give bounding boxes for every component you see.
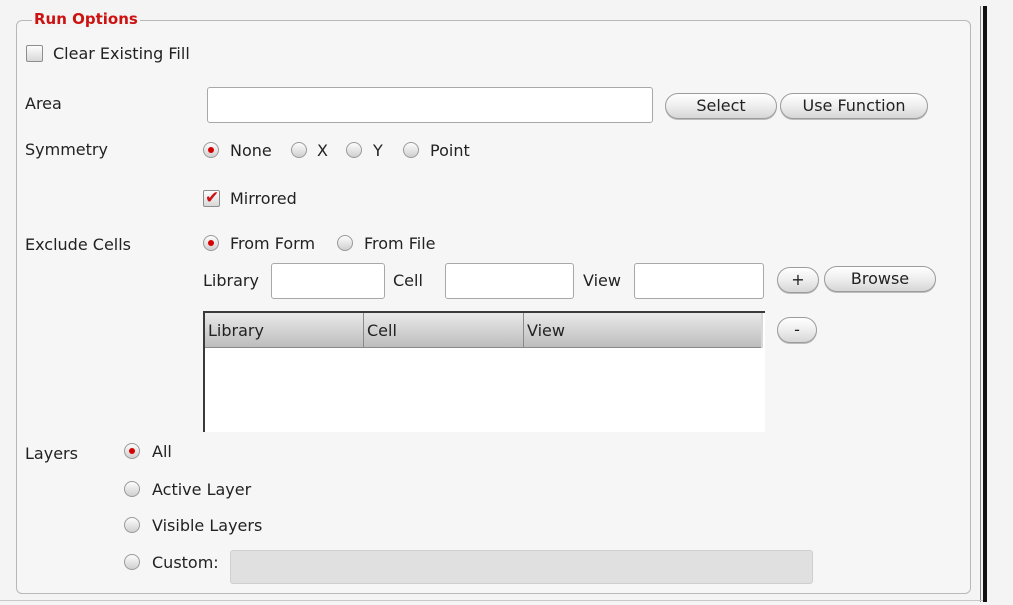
layers-all-radio[interactable] [124,443,140,459]
visible-layers-radio[interactable] [124,517,140,533]
from-file-radio[interactable] [337,235,353,251]
run-options-title: Run Options [32,10,140,28]
exclude-cells-label: Exclude Cells [25,235,132,254]
symmetry-x-label: X [317,141,328,160]
remove-cell-button[interactable]: - [777,317,817,343]
library-label: Library [203,271,259,290]
from-form-label: From Form [230,234,316,253]
area-label: Area [25,94,62,113]
custom-layers-radio[interactable] [124,554,140,570]
symmetry-y-radio[interactable] [346,142,362,158]
cell-label: Cell [393,271,423,290]
symmetry-none-radio[interactable] [203,142,219,158]
custom-layers-label: Custom: [152,553,219,572]
active-layer-radio[interactable] [124,481,140,497]
symmetry-point-label: Point [430,141,470,160]
radio-selected-dot [208,240,214,246]
view-input[interactable] [634,263,764,299]
from-file-label: From File [364,234,436,253]
exclude-cells-table[interactable]: Library Cell View [203,311,765,432]
mirrored-label: Mirrored [230,189,297,208]
table-header-edge [761,313,763,348]
symmetry-label: Symmetry [25,140,108,159]
layers-label: Layers [25,444,78,463]
cell-input[interactable] [445,263,574,299]
view-label: View [583,271,621,290]
add-cell-button[interactable]: + [777,267,819,293]
symmetry-point-radio[interactable] [403,142,419,158]
visible-layers-label: Visible Layers [152,516,263,535]
browse-button[interactable]: Browse [824,266,936,292]
radio-selected-dot [129,448,135,454]
library-input[interactable] [271,263,385,299]
table-header: Library Cell View [205,313,761,348]
custom-layers-input [230,550,813,584]
symmetry-none-label: None [230,141,272,160]
symmetry-x-radio[interactable] [291,142,307,158]
symmetry-y-label: Y [373,141,383,160]
mirrored-checkbox[interactable]: ✔ [203,188,220,208]
use-function-button[interactable]: Use Function [780,93,928,119]
clear-existing-fill-checkbox[interactable] [26,45,43,62]
active-layer-label: Active Layer [152,480,252,499]
layers-all-label: All [152,442,172,461]
window-divider-light [980,6,981,602]
window-divider [983,6,987,602]
column-header-view[interactable]: View [523,313,761,348]
column-header-library[interactable]: Library [205,313,363,348]
clear-existing-fill-label: Clear Existing Fill [53,44,190,63]
check-icon: ✔ [205,188,220,208]
area-input[interactable] [207,87,653,123]
radio-selected-dot [208,147,214,153]
column-header-cell[interactable]: Cell [363,313,523,348]
select-button[interactable]: Select [665,93,777,119]
bottom-divider [0,600,983,601]
from-form-radio[interactable] [203,235,219,251]
